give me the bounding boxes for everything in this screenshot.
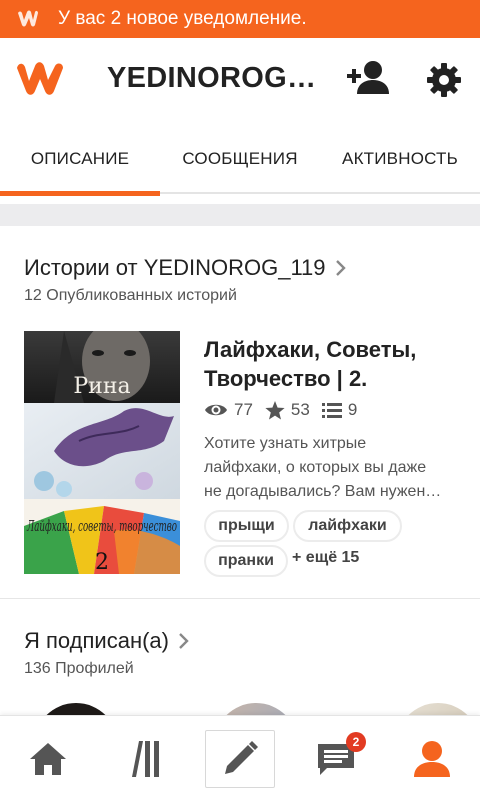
wattpad-logo-icon[interactable] [14, 58, 68, 98]
views-stat: 77 [204, 400, 253, 420]
following-section-header[interactable]: Я подписан(а) [24, 628, 191, 654]
parts-count: 9 [347, 400, 358, 419]
more-tags-link[interactable]: + ещё 15 [292, 549, 359, 567]
tab-description-label: ОПИСАНИЕ [30, 149, 130, 168]
tab-activity-label: АКТИВНОСТЬ [342, 149, 458, 168]
active-tab-indicator [0, 191, 160, 196]
chevron-right-icon [179, 633, 189, 649]
description-line: не догадывались? Вам нужен… [204, 483, 442, 500]
tag-chip[interactable]: пранки [204, 545, 288, 577]
cover-title-top: Рина [73, 374, 130, 399]
wattpad-notification-icon [18, 10, 38, 27]
section-spacer [0, 204, 480, 226]
story-stats: 77 53 9 [204, 400, 369, 420]
cover-artwork: Рина Лайфхаки, советы, творчество 2 [24, 331, 180, 574]
profile-tabs: ОПИСАНИЕ СООБЩЕНИЯ АКТИВНОСТЬ [0, 124, 480, 196]
chevron-right-icon [335, 260, 346, 276]
app-screen: У вас 2 новое уведомление. YEDINOROG_... [0, 0, 480, 800]
messages-badge: 2 [346, 732, 366, 752]
settings-gear-icon[interactable] [424, 60, 464, 100]
notification-text: У вас 2 новое уведомление. [58, 8, 307, 29]
views-count: 77 [234, 400, 253, 419]
story-description: Хотите узнать хитрые лайфхаки, о которых… [204, 432, 466, 504]
cover-title-bottom: Лайфхаки, советы, творчество [26, 517, 177, 535]
parts-stat: 9 [321, 400, 358, 420]
nav-profile[interactable] [384, 716, 480, 800]
notification-bar[interactable]: У вас 2 новое уведомление. [0, 0, 480, 38]
votes-stat: 53 [265, 400, 310, 420]
section-divider [0, 598, 480, 599]
stories-section-header[interactable]: Истории от YEDINOROG_119 [24, 255, 348, 281]
pencil-icon [225, 741, 258, 774]
list-icon [321, 403, 342, 418]
nav-write[interactable] [205, 730, 275, 788]
tab-messages[interactable]: СООБЩЕНИЯ [160, 124, 320, 194]
app-header: YEDINOROG_... [0, 38, 480, 124]
tab-activity[interactable]: АКТИВНОСТЬ [320, 124, 480, 194]
tab-description[interactable]: ОПИСАНИЕ [0, 124, 160, 196]
description-line: Хотите узнать хитрые [204, 435, 367, 452]
stories-count: 12 Опубликованных историй [24, 287, 237, 304]
bottom-navigation [0, 715, 480, 800]
library-icon [132, 740, 159, 777]
story-title[interactable]: Лайфхаки, Советы, Творчество | 2. [204, 335, 464, 393]
description-line: лайфхаки, о которых вы даже [204, 459, 427, 476]
star-icon [265, 400, 285, 419]
story-cover-image[interactable]: Рина Лайфхаки, советы, творчество 2 [24, 331, 180, 574]
following-count: 136 Профилей [24, 660, 134, 677]
tab-messages-label: СООБЩЕНИЯ [182, 149, 298, 168]
stories-section-title: Истории от YEDINOROG_119 [24, 255, 326, 280]
tag-chip[interactable]: прыщи [204, 510, 289, 542]
add-user-icon[interactable] [346, 58, 390, 98]
nav-home[interactable] [0, 716, 96, 800]
home-icon [30, 742, 66, 775]
profile-icon [414, 740, 450, 777]
cover-number: 2 [95, 550, 109, 574]
profile-username-title: YEDINOROG_... [107, 62, 317, 94]
eye-icon [205, 404, 227, 416]
nav-library[interactable] [96, 716, 192, 800]
tag-chip[interactable]: лайфхаки [293, 510, 402, 542]
nav-messages[interactable] [288, 716, 384, 800]
following-section-title: Я подписан(а) [24, 628, 169, 653]
votes-count: 53 [290, 400, 310, 419]
